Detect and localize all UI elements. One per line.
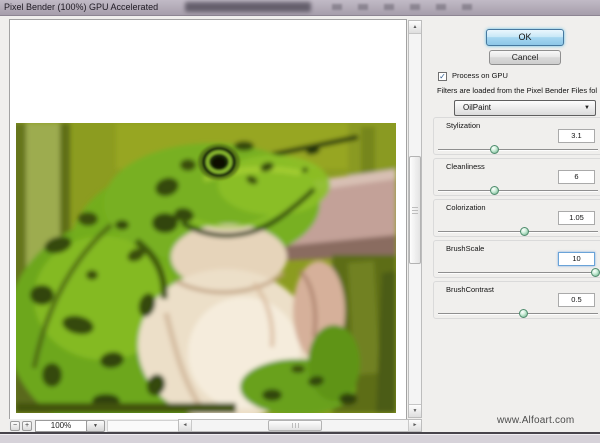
param-label: Stylization [446,121,481,130]
scroll-down-icon[interactable]: ▼ [409,404,421,417]
filter-dropdown-value: OilPaint [463,103,492,112]
param-group-brushscale: BrushScale 10 [433,240,600,278]
param-label: Cleanliness [446,162,485,171]
process-on-gpu-label: Process on GPU [452,71,508,80]
colorization-slider-thumb[interactable] [520,227,530,236]
filters-loaded-note: Filters are loaded from the Pixel Bender… [437,86,598,95]
brushcontrast-slider-track[interactable] [438,309,598,318]
vertical-scrollbar[interactable]: ▲ ▼ [408,20,422,418]
window-title: Pixel Bender (100%) GPU Accelerated [4,2,159,12]
param-group-brushcontrast: BrushContrast 0.5 [433,281,600,319]
pixel-bender-dialog: Pixel Bender (100%) GPU Accelerated ▲ ▼ … [0,0,600,443]
zoom-in-button[interactable]: + [22,421,32,431]
scroll-left-icon[interactable]: ◄ [179,420,192,431]
param-label: BrushContrast [446,285,494,294]
watermark-text: www.Alfoart.com [497,415,575,426]
cleanliness-slider-thumb[interactable] [490,186,499,195]
process-on-gpu-checkbox[interactable]: ✓ [438,72,447,81]
ok-button[interactable]: OK [486,29,564,46]
preview-bottom-bar: − + 100% ▼ ◄ ► [9,419,422,433]
zoom-dropdown-button[interactable]: ▼ [86,420,105,432]
background-window-blur-dashes [332,4,482,10]
param-group-colorization: Colorization 1.05 [433,199,600,237]
horizontal-scrollbar-thumb[interactable] [268,420,322,431]
param-label: Colorization [446,203,486,212]
cancel-button[interactable]: Cancel [489,50,561,65]
background-window-blur [185,2,311,12]
brushcontrast-slider-thumb[interactable] [518,309,528,318]
param-group-cleanliness: Cleanliness 6 [433,158,600,196]
horizontal-scrollbar[interactable]: ◄ ► [178,419,422,432]
filter-dropdown[interactable]: OilPaint ▼ [454,100,596,116]
desktop-strip [0,434,600,443]
stylization-slider-track[interactable] [438,145,598,154]
stylization-slider-thumb[interactable] [490,145,499,154]
status-strip [107,420,179,432]
vertical-scrollbar-thumb[interactable] [409,156,421,264]
colorization-slider-track[interactable] [438,227,598,236]
brushscale-slider-thumb[interactable] [590,268,600,277]
scroll-up-icon[interactable]: ▲ [409,21,421,34]
stylization-value-input[interactable]: 3.1 [558,129,595,143]
brushscale-value-input[interactable]: 10 [558,252,595,266]
cleanliness-slider-track[interactable] [438,186,598,195]
scroll-right-icon[interactable]: ► [408,420,421,431]
param-group-stylization: Stylization 3.1 [433,117,600,155]
cleanliness-value-input[interactable]: 6 [558,170,595,184]
brushscale-slider-track[interactable] [438,268,600,277]
zoom-out-button[interactable]: − [10,421,20,431]
frog-preview-image [16,123,396,413]
chevron-down-icon: ▼ [584,105,590,111]
brushcontrast-value-input[interactable]: 0.5 [558,293,595,307]
param-label: BrushScale [446,244,485,253]
colorization-value-input[interactable]: 1.05 [558,211,595,225]
preview-panel[interactable] [9,19,407,432]
titlebar[interactable]: Pixel Bender (100%) GPU Accelerated [0,0,600,16]
zoom-level-field[interactable]: 100% [35,420,87,432]
